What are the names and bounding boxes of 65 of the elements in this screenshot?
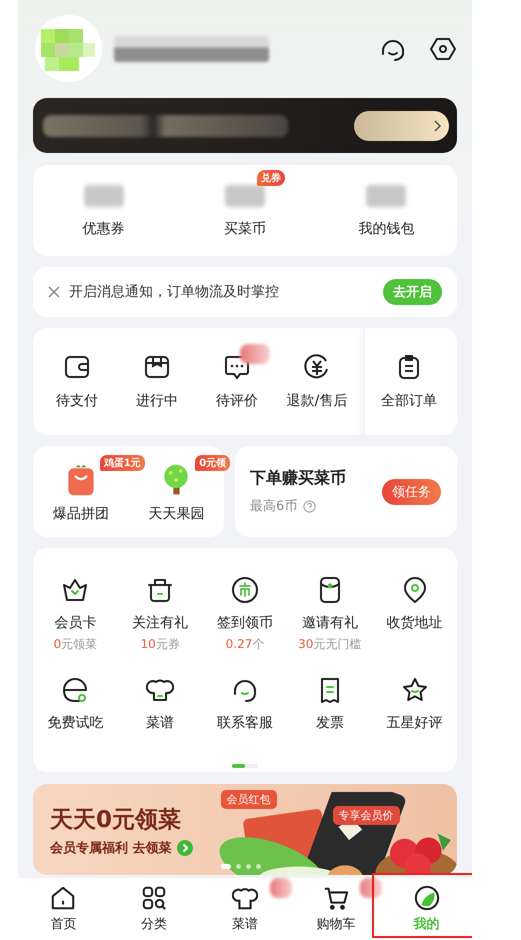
pot-icon[interactable] [146, 576, 174, 604]
order-label[interactable]: 待评价 [216, 392, 258, 410]
close-icon[interactable] [48, 286, 60, 298]
blurred-badge [240, 344, 270, 364]
tab[interactable]: 分类 [137, 878, 172, 940]
banner-tag: 专享会员价 [332, 806, 400, 825]
banner-tag: 会员红包 [220, 790, 277, 809]
blurred-value [224, 184, 265, 206]
task-title: 下单赚买菜币 [250, 468, 346, 489]
order-label[interactable]: 待支付 [56, 392, 98, 410]
promo-label[interactable]: 天天果园 [148, 504, 204, 522]
settings-icon[interactable] [429, 36, 457, 60]
summary-label[interactable]: 我的钱包 [358, 220, 414, 238]
service-label[interactable]: 五星好评 [386, 714, 443, 732]
coin-icon[interactable] [230, 576, 259, 604]
notice-text: 开启消息通知，订单物流及时掌控 [69, 283, 279, 301]
coupon-badge: 兑券 [256, 170, 285, 186]
chevron-icon [433, 120, 441, 132]
service-note: 30元无门槛 [298, 636, 362, 653]
service-note: 10元券 [140, 636, 180, 653]
member-bar[interactable] [33, 98, 457, 153]
member-pill[interactable] [354, 110, 449, 140]
blurred-badge [270, 878, 292, 898]
promo-banner[interactable]: 天天0元领菜 会员专属福利 去领菜 会员红包 专享会员价 [33, 784, 457, 875]
service-label[interactable]: 关注有礼 [132, 614, 188, 632]
yuan-icon[interactable] [304, 354, 330, 380]
chef-hat-icon [232, 885, 258, 911]
help-icon[interactable] [303, 500, 316, 512]
service-label[interactable]: 发票 [316, 714, 344, 732]
blurred-badge [360, 878, 382, 898]
order-label[interactable]: 全部订单 [381, 392, 437, 410]
service-label[interactable]: 免费试吃 [47, 714, 104, 732]
service-note: 0元领菜 [54, 636, 98, 653]
box-icon[interactable] [144, 354, 170, 380]
clipboard-icon[interactable] [396, 354, 422, 380]
task-subtitle: 最高6币 [250, 498, 298, 515]
tab[interactable]: 购物车 [312, 878, 360, 940]
grid-icon [141, 885, 168, 911]
blurred-value [84, 184, 124, 206]
order-label[interactable]: 退款/售后 [286, 392, 348, 410]
cart-icon [322, 885, 349, 911]
promo-badge: 0元领 [195, 454, 230, 470]
service-label[interactable]: 联系客服 [216, 714, 273, 732]
promo-label[interactable]: 爆品拼团 [52, 504, 109, 522]
service-label[interactable]: 签到领币 [216, 614, 273, 632]
order-label[interactable]: 进行中 [136, 392, 178, 410]
banner-subtitle: 会员专属福利 去领菜 [50, 840, 172, 857]
promo-badge: 鸡蛋1元 [100, 454, 145, 470]
summary-label[interactable]: 买菜币 [224, 220, 266, 238]
service-label[interactable]: 邀请有礼 [302, 614, 358, 632]
summary-label[interactable]: 优惠券 [82, 220, 125, 238]
profile-icon [414, 885, 440, 911]
service-label[interactable]: 会员卡 [54, 614, 96, 632]
tab[interactable]: 首页 [46, 878, 80, 940]
service-label[interactable]: 收货地址 [386, 614, 443, 632]
home-icon [50, 885, 76, 911]
star-icon[interactable] [400, 676, 429, 704]
service-note: 0.27个 [226, 636, 264, 653]
crown-icon[interactable] [61, 576, 90, 604]
service-label[interactable]: 菜谱 [146, 714, 174, 732]
wallet-icon[interactable] [64, 354, 90, 380]
blurred-value [366, 184, 406, 206]
banner-title: 天天0元领菜 [50, 806, 182, 835]
tab[interactable]: 菜谱 [228, 878, 262, 940]
chat-icon[interactable] [224, 354, 250, 380]
